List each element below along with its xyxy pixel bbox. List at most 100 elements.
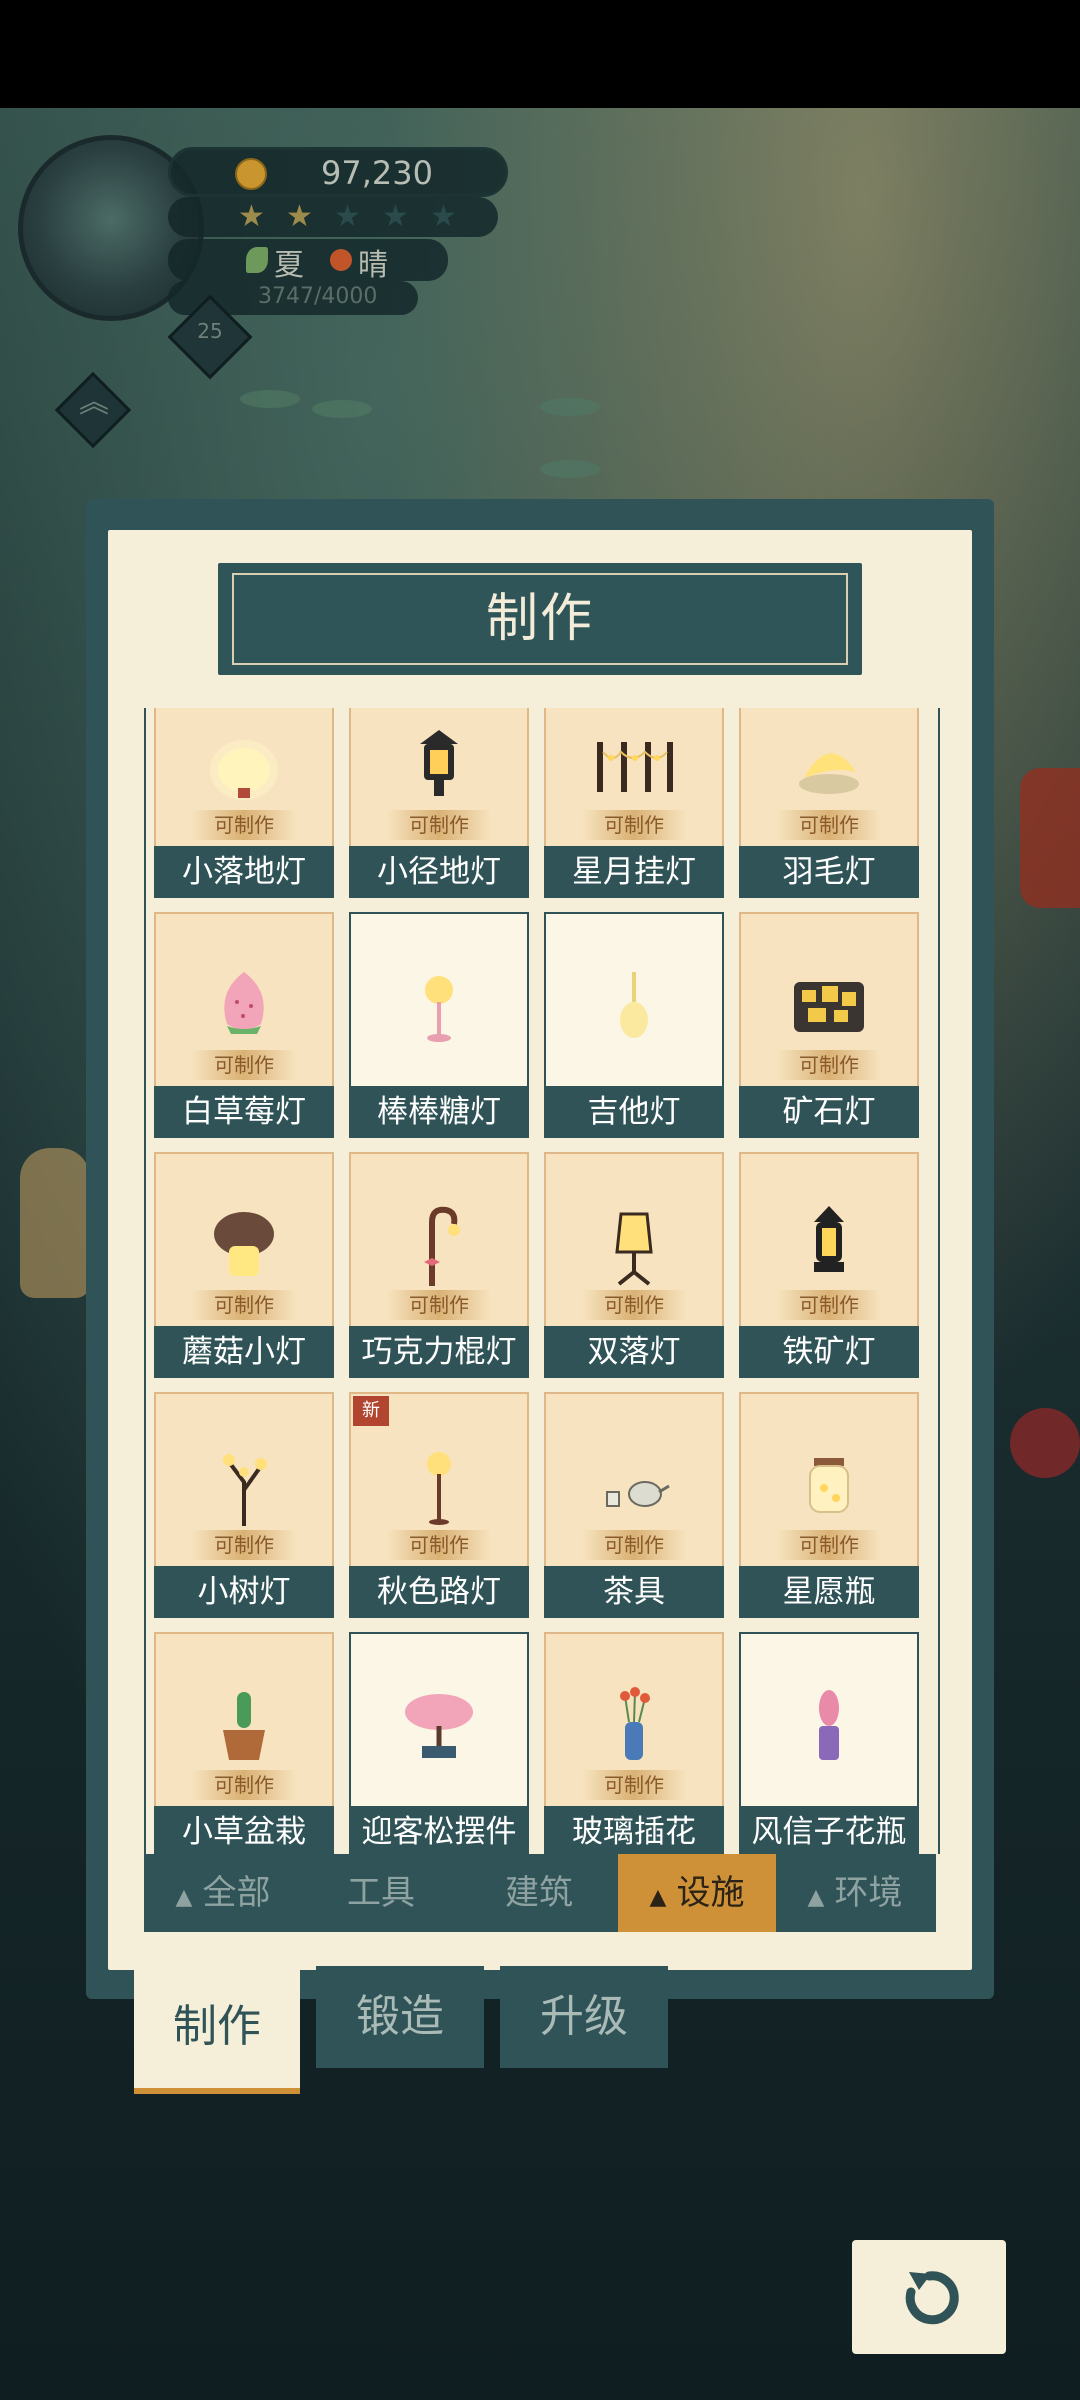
mushroom-lamp-icon <box>214 1212 274 1276</box>
undo-arrow-icon <box>905 2271 959 2325</box>
back-button[interactable] <box>852 2240 1006 2354</box>
item-card[interactable]: 可制作 星月挂灯 <box>544 708 724 898</box>
player-hud: 97,230 ★ ★ ★ ★ ★ 夏 晴 3747/4000 25 ︽ <box>18 135 508 449</box>
white-strawberry-lamp-icon <box>224 972 264 1034</box>
category-tabs: ▲ 全部 工具 建筑 ▲ 设施 ▲ 环境 <box>144 1854 936 1932</box>
item-card[interactable]: 棒棒糖灯 <box>349 912 529 1138</box>
craftable-tag: 可制作 <box>192 1290 296 1320</box>
craftable-tag: 可制作 <box>387 1530 491 1560</box>
level-value: 25 <box>197 319 223 343</box>
item-card[interactable]: 新 可制作 秋色路灯 <box>349 1392 529 1618</box>
red-tent <box>1020 768 1080 908</box>
sun-icon <box>330 249 352 271</box>
item-name: 矿石灯 <box>782 1094 876 1130</box>
item-name: 双落灯 <box>587 1334 681 1370</box>
category-tab-tools[interactable]: 工具 <box>302 1854 460 1932</box>
category-label: 全部 <box>202 1873 271 1913</box>
item-card[interactable]: 可制作 小落地灯 <box>154 708 334 898</box>
chevron-up-icon: ▲ <box>649 1885 667 1910</box>
iron-lantern-icon <box>814 1206 844 1272</box>
item-card[interactable]: 可制作 小草盆栽 <box>154 1632 334 1854</box>
cactus-pot-icon <box>223 1692 265 1760</box>
path-lantern-icon <box>420 730 458 796</box>
craftable-tag: 可制作 <box>192 1530 296 1560</box>
item-name: 风信子花瓶 <box>751 1814 907 1850</box>
craftable-tag: 可制作 <box>192 1050 296 1080</box>
craftable-tag: 可制作 <box>582 1770 686 1800</box>
item-card[interactable]: 可制作 巧克力棍灯 <box>349 1152 529 1378</box>
season-label: 夏 <box>274 248 304 283</box>
item-card[interactable]: 可制作 矿石灯 <box>739 912 919 1138</box>
item-card[interactable]: 可制作 小径地灯 <box>349 708 529 898</box>
item-name: 茶具 <box>603 1574 665 1610</box>
bonsai-pine-icon <box>405 1694 473 1758</box>
chocolate-stick-lamp-icon <box>424 1206 460 1286</box>
rating-stars: ★ ★ ★ ★ ★ <box>168 197 498 237</box>
weather-label: 晴 <box>358 248 388 283</box>
category-tab-buildings[interactable]: 建筑 <box>460 1854 618 1932</box>
coin-icon <box>235 158 267 190</box>
tab-label: 锻造 <box>356 1991 444 2042</box>
feather-lamp-icon <box>799 753 859 794</box>
craftable-tag: 可制作 <box>582 1290 686 1320</box>
item-card[interactable]: 可制作 茶具 <box>544 1392 724 1618</box>
item-card[interactable]: 可制作 小树灯 <box>154 1392 334 1618</box>
item-card[interactable]: 吉他灯 <box>544 912 724 1138</box>
item-card[interactable]: 可制作 蘑菇小灯 <box>154 1152 334 1378</box>
item-grid[interactable]: 可制作 小落地灯 可制作 小径地灯 可制作 星月挂灯 可制作 羽毛灯 可制作 白… <box>144 708 940 1854</box>
item-card[interactable]: 迎客松摆件 <box>349 1632 529 1854</box>
tab-craft[interactable]: 制作 <box>134 1966 300 2094</box>
wishing-star-jar-icon <box>809 1458 849 1513</box>
category-tab-environment[interactable]: ▲ 环境 <box>776 1854 934 1932</box>
tab-forge[interactable]: 锻造 <box>316 1966 484 2068</box>
craftable-tag: 可制作 <box>777 1530 881 1560</box>
item-name: 小树灯 <box>197 1574 291 1610</box>
tab-upgrade[interactable]: 升级 <box>500 1966 668 2068</box>
experience-value: 3747/4000 <box>258 284 378 309</box>
season-weather-bar: 夏 晴 <box>168 239 448 283</box>
craftable-tag: 可制作 <box>582 810 686 840</box>
category-tab-facilities[interactable]: ▲ 设施 <box>618 1854 776 1932</box>
tab-label: 升级 <box>540 1991 628 2042</box>
coin-bar: 97,230 <box>168 147 508 197</box>
glass-vase-flower-icon <box>620 1687 650 1760</box>
item-name: 吉他灯 <box>587 1094 681 1130</box>
craftable-tag: 可制作 <box>777 1290 881 1320</box>
craftable-tag: 可制作 <box>582 1530 686 1560</box>
craftable-tag: 可制作 <box>387 810 491 840</box>
item-name: 蘑菇小灯 <box>182 1334 306 1370</box>
coin-value: 97,230 <box>321 154 433 192</box>
tab-label: 制作 <box>173 2001 261 2052</box>
item-name: 秋色路灯 <box>377 1574 501 1610</box>
item-card[interactable]: 风信子花瓶 <box>739 1632 919 1854</box>
panel-title: 制作 <box>485 589 594 649</box>
item-name: 棒棒糖灯 <box>377 1094 501 1130</box>
ore-lamp-icon <box>794 982 864 1032</box>
item-card[interactable]: 可制作 白草莓灯 <box>154 912 334 1138</box>
ground-lamp <box>540 398 600 416</box>
craftable-tag: 可制作 <box>192 810 296 840</box>
star-icon: ★ <box>382 199 409 234</box>
item-card[interactable]: 可制作 玻璃插花 <box>544 1632 724 1854</box>
new-badge: 新 <box>353 1396 389 1426</box>
small-tree-lamp-icon <box>223 1454 267 1526</box>
category-label: 设施 <box>676 1873 745 1913</box>
item-card[interactable]: 可制作 星愿瓶 <box>739 1392 919 1618</box>
item-name: 迎客松摆件 <box>361 1814 517 1850</box>
item-card[interactable]: 可制作 羽毛灯 <box>739 708 919 898</box>
item-card[interactable]: 可制作 铁矿灯 <box>739 1152 919 1378</box>
item-name: 小落地灯 <box>182 854 306 890</box>
item-name: 白草莓灯 <box>182 1094 306 1130</box>
chevron-up-icon: ▲ <box>175 1885 193 1910</box>
cat-character <box>20 1148 90 1298</box>
category-tab-all[interactable]: ▲ 全部 <box>144 1854 302 1932</box>
item-card[interactable]: 可制作 双落灯 <box>544 1152 724 1378</box>
item-name: 铁矿灯 <box>782 1334 876 1370</box>
leaf-icon <box>246 247 268 273</box>
craftable-tag: 可制作 <box>387 1290 491 1320</box>
guitar-lamp-icon <box>620 972 648 1038</box>
star-icon: ★ <box>334 199 361 234</box>
category-label: 环境 <box>834 1873 903 1913</box>
category-label: 工具 <box>347 1873 415 1913</box>
star-icon: ★ <box>430 199 457 234</box>
